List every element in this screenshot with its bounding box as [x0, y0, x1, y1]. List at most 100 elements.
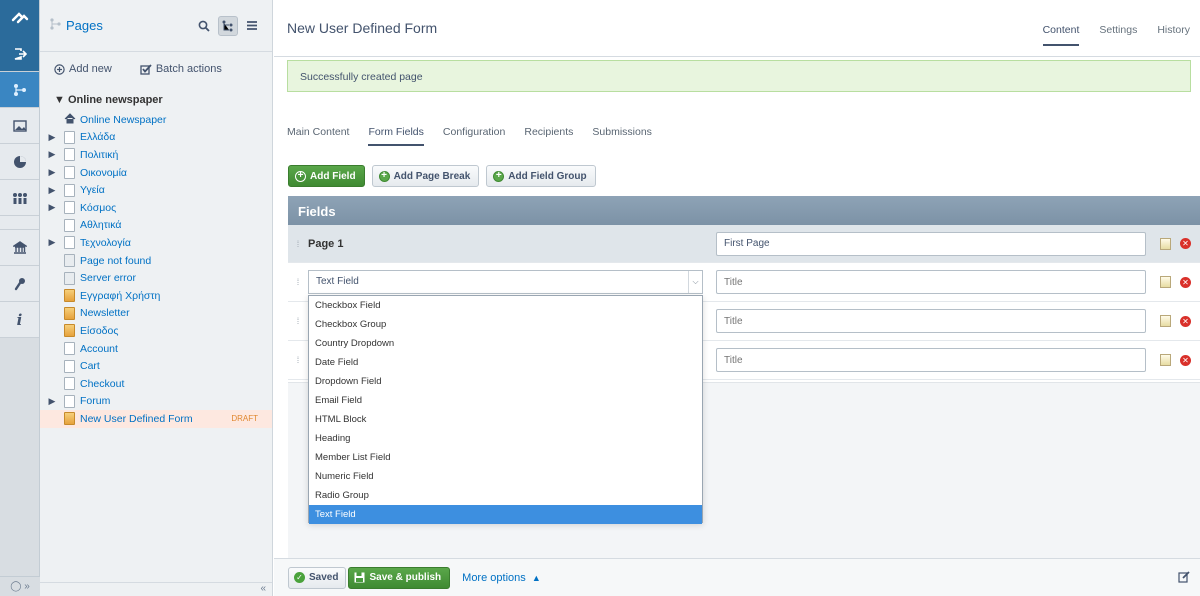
field-title-input[interactable] — [716, 348, 1146, 372]
tree-item[interactable]: Είσοδος — [40, 322, 272, 340]
tree-item[interactable]: ▶ Κόσμος — [40, 199, 272, 217]
tree-item[interactable]: Online Newspaper — [40, 111, 272, 129]
tree-item[interactable]: Cart — [40, 357, 272, 375]
dropdown-option[interactable]: Date Field — [309, 353, 702, 372]
dropdown-option[interactable]: Country Dropdown — [309, 334, 702, 353]
edit-icon[interactable] — [1160, 354, 1171, 366]
tree-item[interactable]: ▶ Τεχνολογία — [40, 234, 272, 252]
tab-main-content[interactable]: Main Content — [287, 126, 349, 146]
tree-root[interactable]: ▼ Online newspaper — [40, 86, 272, 106]
add-field-group-button[interactable]: + Add Field Group — [486, 165, 596, 187]
tree-item[interactable]: Αθλητικά — [40, 217, 272, 235]
tree-item[interactable]: ▶ Υγεία — [40, 181, 272, 199]
search-icon[interactable] — [194, 16, 214, 36]
add-new-button[interactable]: Add new — [54, 63, 126, 75]
admin-icon[interactable] — [0, 230, 39, 266]
dropdown-option[interactable]: Text Field — [309, 505, 702, 524]
info-icon[interactable]: i — [0, 302, 39, 338]
tree-item[interactable]: New User Defined Form DRAFT — [40, 410, 272, 428]
list-view-icon[interactable] — [242, 16, 262, 36]
dropdown-option[interactable]: Checkbox Group — [309, 315, 702, 334]
field-title-input[interactable] — [716, 270, 1146, 294]
edit-icon[interactable] — [1160, 237, 1171, 250]
logout-icon[interactable] — [0, 36, 39, 72]
page-icon — [64, 218, 75, 232]
page-icon — [64, 342, 75, 356]
tree-item[interactable]: Newsletter — [40, 305, 272, 323]
tab-history[interactable]: History — [1157, 24, 1190, 46]
page-icon — [64, 324, 75, 338]
chevron-down-icon[interactable]: ⌵ — [688, 271, 702, 293]
sitetree-icon[interactable] — [0, 72, 39, 108]
dropdown-option[interactable]: Heading — [309, 429, 702, 448]
edit-page-icon[interactable] — [1178, 571, 1190, 586]
delete-icon[interactable]: ✕ — [1180, 276, 1191, 288]
delete-icon[interactable]: ✕ — [1180, 238, 1191, 249]
dropdown-option[interactable]: Member List Field — [309, 448, 702, 467]
add-field-button[interactable]: + Add Field — [288, 165, 365, 187]
tree-item[interactable]: Εγγραφή Χρήστη — [40, 287, 272, 305]
tree-view-icon[interactable] — [218, 15, 238, 36]
more-options-button[interactable]: More options ▲ — [462, 572, 541, 584]
help-icon[interactable] — [0, 266, 39, 302]
files-icon[interactable] — [0, 108, 39, 144]
add-page-break-button[interactable]: + Add Page Break — [371, 165, 480, 187]
edit-icon[interactable] — [1160, 315, 1171, 327]
tab-submissions[interactable]: Submissions — [592, 126, 652, 146]
tab-content[interactable]: Content — [1042, 24, 1080, 46]
tree-item-label: Ελλάδα — [80, 131, 116, 144]
edit-icon[interactable] — [1160, 276, 1171, 288]
dropdown-option[interactable]: Checkbox Field — [309, 296, 702, 315]
checkbox-icon — [140, 63, 152, 75]
field-type-dropdown[interactable]: Checkbox Field Checkbox Group Country Drop… — [308, 295, 703, 524]
drag-handle-icon[interactable]: ⁞ — [288, 239, 308, 249]
save-publish-button[interactable]: Save & publish — [348, 566, 451, 589]
field-type-select[interactable]: Text Field ⌵ — [308, 270, 703, 294]
expand-arrow-icon[interactable]: ▶ — [40, 202, 64, 213]
field-title-input[interactable] — [716, 309, 1146, 333]
page-icon — [64, 306, 75, 320]
dropdown-option[interactable]: HTML Block — [309, 410, 702, 429]
expand-arrow-icon[interactable]: ▶ — [40, 167, 64, 178]
delete-icon[interactable]: ✕ — [1180, 354, 1191, 366]
expand-arrow-icon[interactable]: ▶ — [40, 149, 64, 160]
dropdown-option[interactable]: Numeric Field — [309, 467, 702, 486]
dropdown-option[interactable]: Email Field — [309, 391, 702, 410]
expand-arrow-icon[interactable]: ▶ — [40, 396, 64, 407]
security-icon[interactable] — [0, 180, 39, 216]
dropdown-option[interactable]: Dropdown Field — [309, 372, 702, 391]
tree-item-label: Newsletter — [80, 307, 130, 320]
panel-title[interactable]: Pages — [66, 18, 190, 33]
expand-arrow-icon[interactable]: ▶ — [40, 237, 64, 248]
dropdown-option[interactable]: Radio Group — [309, 486, 702, 505]
content-header: New User Defined Form Content Settings H… — [274, 0, 1200, 57]
expand-arrow-icon[interactable]: ▶ — [40, 185, 64, 196]
silverstripe-logo-icon[interactable] — [0, 0, 39, 36]
delete-icon[interactable]: ✕ — [1180, 315, 1191, 327]
tree-item[interactable]: Account — [40, 340, 272, 358]
drag-handle-icon[interactable]: ⁞ — [288, 355, 308, 365]
tab-form-fields[interactable]: Form Fields — [368, 126, 424, 146]
tab-configuration[interactable]: Configuration — [443, 126, 505, 146]
tree-item[interactable]: ▶ Οικονομία — [40, 164, 272, 182]
collapse-panel-button[interactable]: « — [40, 582, 272, 596]
tree-item[interactable]: ▶ Πολιτική — [40, 146, 272, 164]
saved-button[interactable]: ✓ Saved — [288, 566, 347, 589]
tree-item[interactable]: ▶ Forum — [40, 393, 272, 411]
tree-item[interactable]: Checkout — [40, 375, 272, 393]
page-icon — [64, 166, 75, 180]
expand-arrow-icon[interactable]: ▶ — [40, 132, 64, 143]
batch-actions-button[interactable]: Batch actions — [140, 63, 236, 75]
tree-item[interactable]: Server error — [40, 269, 272, 287]
tab-recipients[interactable]: Recipients — [524, 126, 573, 146]
tree-item[interactable]: Page not found — [40, 252, 272, 270]
tree-item[interactable]: ▶ Ελλάδα — [40, 129, 272, 147]
page-icon — [64, 394, 75, 408]
drag-handle-icon[interactable]: ⁞ — [288, 316, 308, 326]
reports-icon[interactable] — [0, 144, 39, 180]
tab-settings[interactable]: Settings — [1099, 24, 1137, 46]
drag-handle-icon[interactable]: ⁞ — [288, 277, 308, 287]
plus-icon: + — [295, 170, 306, 182]
page-title-input[interactable] — [716, 231, 1146, 256]
rail-toggle[interactable]: ◯ » — [0, 576, 40, 596]
